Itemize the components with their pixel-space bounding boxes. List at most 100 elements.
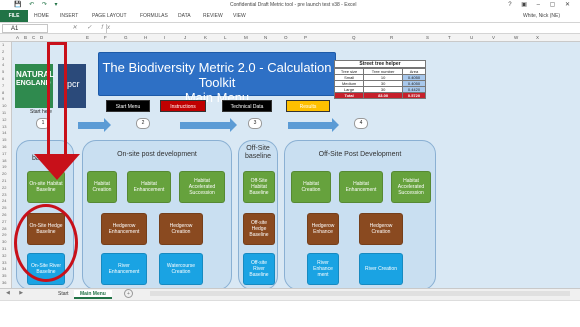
tab-view[interactable]: VIEW [233,13,246,19]
row-header[interactable]: 32 [2,253,6,258]
habitat-enhancement-button[interactable]: Habitat Enhancement [127,171,171,203]
start-menu-button[interactable]: Start Menu [106,100,150,112]
row-header[interactable]: 18 [2,158,6,163]
row-header[interactable]: 36 [2,280,6,285]
habitat-accelerated-succession-button[interactable]: Habitat Accelerated Succession [179,171,225,203]
instructions-button[interactable]: Instructions [160,100,206,112]
row-header[interactable]: 16 [2,144,6,149]
sheet-tab-main-menu[interactable]: Main Menu [74,290,112,299]
tab-page-layout[interactable]: PAGE LAYOUT [92,13,127,19]
row-header[interactable]: 11 [2,110,6,115]
column-header[interactable]: A [16,35,19,40]
row-header[interactable]: 28 [2,226,6,231]
column-header[interactable]: M [244,35,248,40]
column-header[interactable]: H [144,35,147,40]
row-header[interactable]: 24 [2,198,6,203]
offsite-hedgerow-creation-button[interactable]: Hedgerow Creation [359,213,403,245]
row-header[interactable]: 34 [2,266,6,271]
habitat-creation-button[interactable]: Habitat Creation [87,171,117,203]
row-header[interactable]: 3 [2,56,4,61]
formula-input[interactable] [106,24,576,33]
offsite-river-creation-button[interactable]: River Creation [359,253,403,285]
row-header[interactable]: 33 [2,260,6,265]
tab-insert[interactable]: INSERT [60,13,78,19]
column-header[interactable]: U [470,35,473,40]
column-header[interactable]: L [224,35,227,40]
row-header[interactable]: 5 [2,69,4,74]
column-header[interactable]: O [284,35,288,40]
column-header[interactable]: K [204,35,207,40]
tab-home[interactable]: HOME [34,13,49,19]
column-header[interactable]: N [264,35,267,40]
results-button[interactable]: Results [286,100,330,112]
row-header[interactable]: 23 [2,192,6,197]
column-header[interactable]: F [104,35,107,40]
window-controls[interactable]: ? ▣ – ▢ ✕ [508,1,574,8]
column-header[interactable]: B [24,35,27,40]
row-header[interactable]: 13 [2,124,6,129]
column-header[interactable]: S [426,35,429,40]
name-box[interactable]: A1 [2,24,48,33]
offsite-hedgerow-enhance-button[interactable]: Hedgerow Enhance [307,213,339,245]
row-header[interactable]: 26 [2,212,6,217]
horizontal-scrollbar[interactable] [150,291,570,296]
row-header[interactable]: 10 [2,103,6,108]
row-header[interactable]: 4 [2,62,4,67]
row-header[interactable]: 27 [2,219,6,224]
offsite-habitat-creation-button[interactable]: Habitat Creation [291,171,331,203]
tab-formulas[interactable]: FORMULAS [140,13,168,19]
column-header[interactable]: I [164,35,165,40]
watercourse-creation-button[interactable]: Watercourse Creation [159,253,203,285]
user-name[interactable]: White, Nick (NE) [523,13,560,19]
sheet-tab-start[interactable]: Start [52,290,75,299]
column-header[interactable]: G [124,35,128,40]
row-header[interactable]: 15 [2,137,6,142]
column-header[interactable]: W [514,35,518,40]
row-header[interactable]: 9 [2,96,4,101]
column-header[interactable]: Q [352,35,356,40]
column-header[interactable]: D [40,35,43,40]
quick-access-toolbar[interactable]: 💾 ↶ ↷ ▾ [14,1,61,8]
tab-review[interactable]: REVIEW [203,13,223,19]
row-header[interactable]: 1 [2,42,4,47]
sheet-nav-arrows-icon[interactable]: ◀ ▶ [6,290,27,296]
column-header[interactable]: P [304,35,307,40]
row-header[interactable]: 20 [2,171,6,176]
row-header[interactable]: 21 [2,178,6,183]
row-header[interactable]: 30 [2,239,6,244]
row-header[interactable]: 22 [2,185,6,190]
row-header[interactable]: 12 [2,117,6,122]
offsite-river-enhancement-button[interactable]: River Enhance ment [307,253,339,285]
tab-data[interactable]: DATA [178,13,191,19]
offsite-habitat-enhancement-button[interactable]: Habitat Enhancement [339,171,383,203]
column-header[interactable]: V [492,35,495,40]
row-header[interactable]: 29 [2,232,6,237]
column-header[interactable]: C [32,35,35,40]
offsite-hedge-baseline-button[interactable]: Off-site Hedge Baseline [243,213,275,245]
hedgerow-enhancement-button[interactable]: Hedgerow Enhancement [101,213,147,245]
row-header[interactable]: 19 [2,164,6,169]
row-header[interactable]: 35 [2,273,6,278]
row-header[interactable]: 7 [2,83,4,88]
column-header[interactable]: X [536,35,539,40]
offsite-river-baseline-button[interactable]: Off-site River Baseline [243,253,275,285]
row-header[interactable]: 25 [2,205,6,210]
column-header[interactable]: E [86,35,89,40]
add-sheet-icon[interactable]: + [124,289,133,298]
column-header[interactable]: T [448,35,451,40]
row-header[interactable]: 31 [2,246,6,251]
offsite-habitat-baseline-button[interactable]: Off-Site Habitat Baseline [243,171,275,203]
main-menu-sheet: NATURAL ENGLAND fpcr The Biodiversity Me… [12,42,580,288]
column-header[interactable]: J [184,35,186,40]
row-header[interactable]: 17 [2,151,6,156]
row-header[interactable]: 14 [2,130,6,135]
technical-data-button[interactable]: Technical Data [222,100,272,112]
hedgerow-creation-button[interactable]: Hedgerow Creation [159,213,203,245]
river-enhancement-button[interactable]: River Enhancement [101,253,147,285]
file-tab[interactable]: FILE [0,10,28,22]
offsite-habitat-accelerated-button[interactable]: Habitat Accelerated Succession [391,171,431,203]
row-header[interactable]: 6 [2,76,4,81]
column-header[interactable]: R [390,35,393,40]
row-header[interactable]: 2 [2,49,4,54]
row-header[interactable]: 8 [2,90,4,95]
